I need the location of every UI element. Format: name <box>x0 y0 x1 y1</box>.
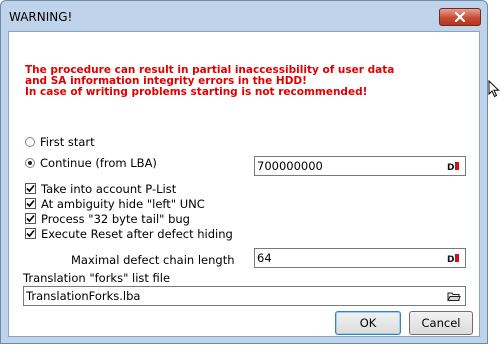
window-title: WARNING! <box>9 10 73 24</box>
forks-file-input[interactable] <box>23 286 466 306</box>
mouse-pointer-icon <box>488 80 500 98</box>
spin-edit-icon[interactable]: D <box>447 252 461 264</box>
defect-chain-input[interactable]: D <box>254 248 466 268</box>
first-start-label: First start <box>40 134 95 149</box>
open-folder-icon[interactable] <box>447 290 461 302</box>
svg-text:D: D <box>447 255 454 264</box>
spin-edit-icon[interactable]: D <box>447 160 461 172</box>
option-plist[interactable]: Take into account P-List <box>25 181 176 196</box>
forks-file-label: Translation "forks" list file <box>23 271 171 285</box>
warning-message: The procedure can result in partial inac… <box>25 65 394 98</box>
lba-input-text[interactable] <box>257 158 443 174</box>
option-32byte-tail[interactable]: Process "32 byte tail" bug <box>25 211 190 226</box>
dialog-body: The procedure can result in partial inac… <box>8 31 480 337</box>
ok-button[interactable]: OK <box>335 311 401 335</box>
checkbox[interactable] <box>25 183 36 194</box>
option-execute-reset[interactable]: Execute Reset after defect hiding <box>25 226 233 241</box>
checkbox[interactable] <box>25 198 36 209</box>
close-button[interactable] <box>439 8 481 26</box>
checkbox[interactable] <box>25 213 36 224</box>
option-label: Process "32 byte tail" bug <box>41 211 190 226</box>
svg-text:D: D <box>447 163 454 172</box>
radio-circle-selected[interactable] <box>25 157 35 168</box>
close-icon <box>454 12 466 22</box>
option-label: At ambiguity hide "left" UNC <box>41 196 205 211</box>
option-hide-unc[interactable]: At ambiguity hide "left" UNC <box>25 196 205 211</box>
radio-circle[interactable] <box>25 136 35 147</box>
checkmark-icon <box>26 184 35 193</box>
defect-chain-input-text[interactable] <box>257 250 443 266</box>
checkmark-icon <box>26 229 35 238</box>
option-label: Take into account P-List <box>41 181 177 196</box>
forks-file-input-text[interactable] <box>26 288 443 304</box>
warning-dialog: WARNING! The procedure can result in par… <box>0 0 488 344</box>
title-bar[interactable]: WARNING! <box>1 1 487 31</box>
defect-chain-label: Maximal defect chain length <box>71 253 235 267</box>
warning-line: In case of writing problems starting is … <box>25 86 368 98</box>
checkmark-icon <box>26 214 35 223</box>
cancel-button[interactable]: Cancel <box>409 311 473 335</box>
checkbox[interactable] <box>25 228 36 239</box>
continue-radio[interactable]: Continue (from LBA) <box>25 155 157 170</box>
first-start-radio[interactable]: First start <box>25 134 95 149</box>
option-label: Execute Reset after defect hiding <box>41 226 233 241</box>
checkmark-icon <box>26 199 35 208</box>
continue-label: Continue (from LBA) <box>40 155 157 170</box>
lba-input[interactable]: D <box>254 156 466 176</box>
